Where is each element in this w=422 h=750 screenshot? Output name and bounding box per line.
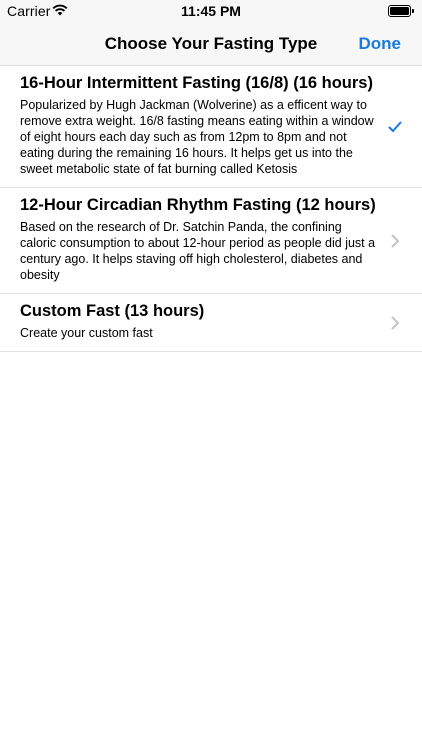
- status-time: 11:45 PM: [181, 3, 241, 19]
- fasting-option-16-hour[interactable]: 16-Hour Intermittent Fasting (16/8) (16 …: [0, 66, 422, 188]
- chevron-right-icon: [391, 316, 399, 329]
- option-description: Create your custom fast: [20, 326, 153, 340]
- chevron-right-icon: [391, 234, 399, 247]
- navigation-bar: Choose Your Fasting Type Done: [0, 22, 422, 66]
- option-title: 12-Hour Circadian Rhythm Fasting (12 hou…: [20, 196, 376, 214]
- battery-icon: [388, 5, 414, 17]
- option-title: Custom Fast (13 hours): [20, 302, 205, 320]
- done-button[interactable]: Done: [359, 22, 402, 66]
- status-bar: Carrier 11:45 PM: [0, 0, 422, 22]
- option-title: 16-Hour Intermittent Fasting (16/8) (16 …: [20, 74, 373, 92]
- option-description: Based on the research of Dr. Satchin Pan…: [20, 220, 376, 282]
- fasting-type-list: 16-Hour Intermittent Fasting (16/8) (16 …: [0, 66, 422, 352]
- fasting-option-custom[interactable]: Custom Fast (13 hours) Create your custo…: [0, 294, 422, 352]
- option-description: Popularized by Hugh Jackman (Wolverine) …: [20, 98, 374, 176]
- fasting-option-12-hour[interactable]: 12-Hour Circadian Rhythm Fasting (12 hou…: [0, 188, 422, 294]
- checkmark-icon: [388, 121, 402, 132]
